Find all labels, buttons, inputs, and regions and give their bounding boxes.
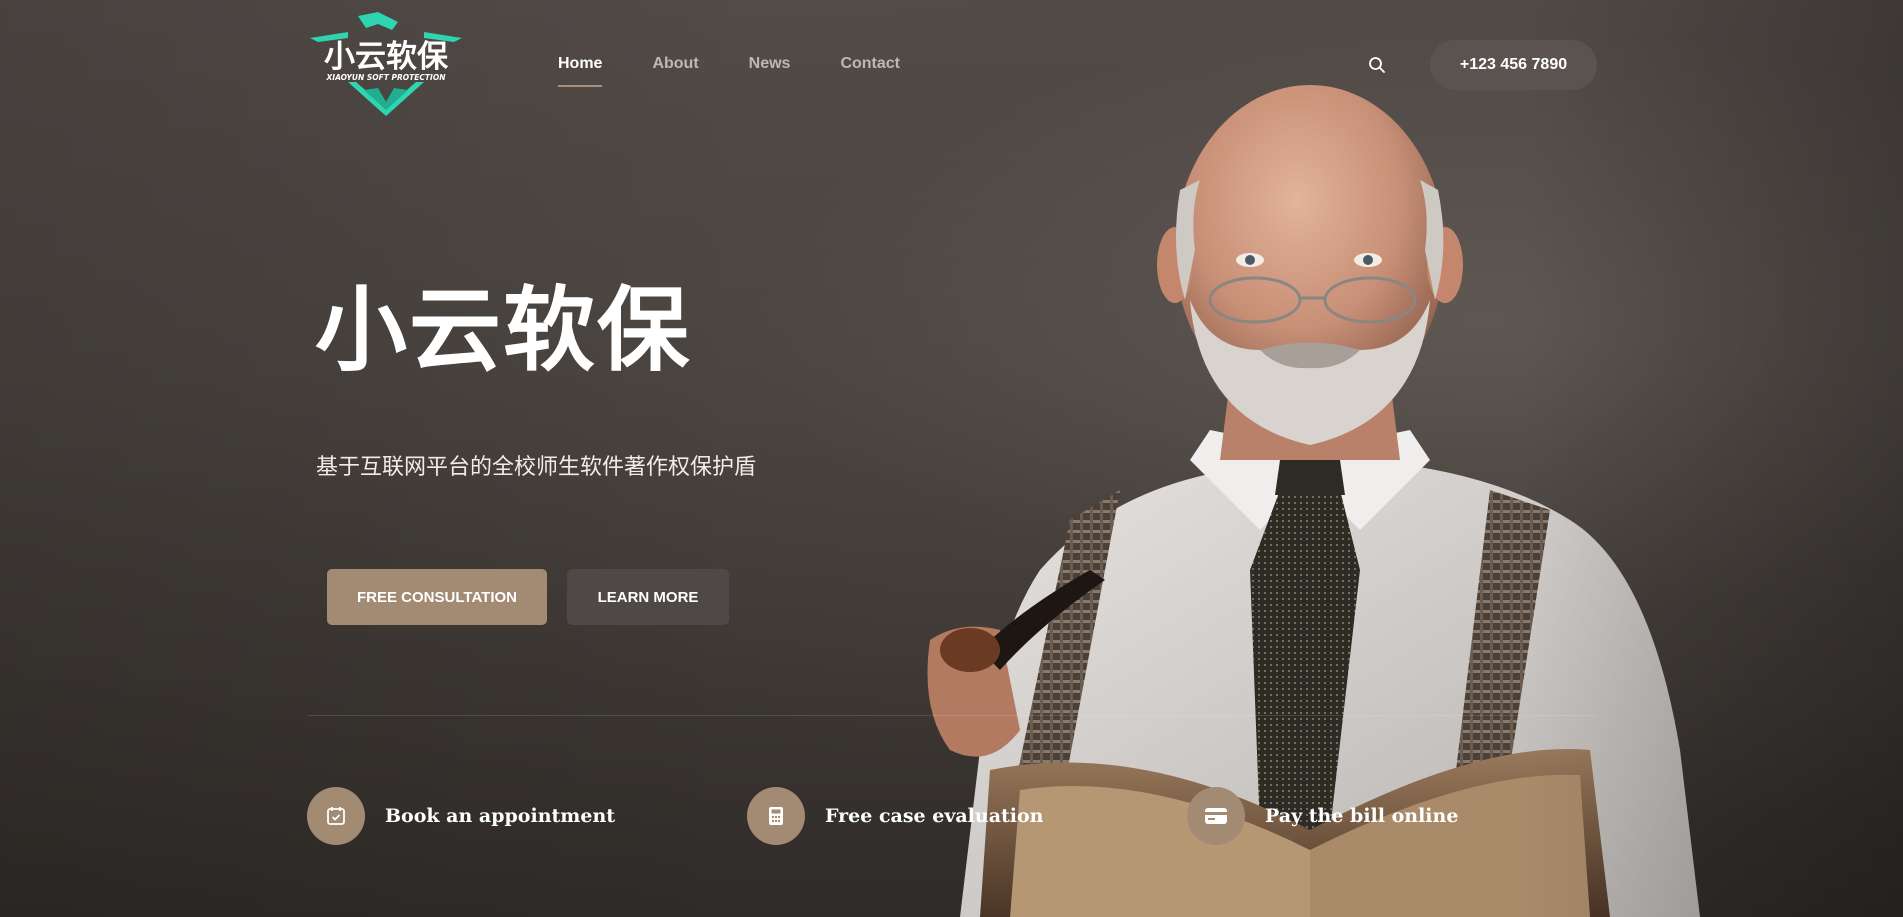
phone-button[interactable]: +123 456 7890 [1430, 40, 1597, 90]
nav-contact[interactable]: Contact [840, 55, 900, 87]
hero-vignette [0, 0, 1903, 917]
free-consultation-button[interactable]: FREE CONSULTATION [327, 569, 547, 625]
nav-home[interactable]: Home [558, 55, 603, 87]
feature-label: Free case evaluation [825, 805, 1044, 827]
feature-book-appointment[interactable]: Book an appointment [307, 787, 615, 845]
nav-news[interactable]: News [749, 55, 791, 87]
calendar-check-icon [307, 787, 365, 845]
calculator-icon [747, 787, 805, 845]
feature-free-case-evaluation[interactable]: Free case evaluation [747, 787, 1044, 845]
learn-more-button[interactable]: LEARN MORE [567, 569, 729, 625]
section-divider [308, 715, 1598, 716]
credit-card-icon [1187, 787, 1245, 845]
hero-title: 小云软保 [315, 280, 692, 382]
svg-text:小云软保: 小云软保 [324, 39, 449, 75]
feature-label: Book an appointment [385, 805, 616, 827]
nav-about[interactable]: About [652, 55, 698, 87]
hero-subtitle: 基于互联网平台的全校师生软件著作权保护盾 [316, 454, 757, 479]
brand-logo[interactable]: 小云软保 XIAOYUN SOFT PROTECTION [308, 10, 464, 120]
svg-text:XIAOYUN SOFT PROTECTION: XIAOYUN SOFT PROTECTION [326, 73, 447, 82]
main-nav: Home About News Contact [558, 55, 900, 87]
search-icon[interactable] [1368, 56, 1386, 74]
feature-pay-bill-online[interactable]: Pay the bill online [1187, 787, 1458, 845]
feature-label: Pay the bill online [1265, 805, 1459, 827]
